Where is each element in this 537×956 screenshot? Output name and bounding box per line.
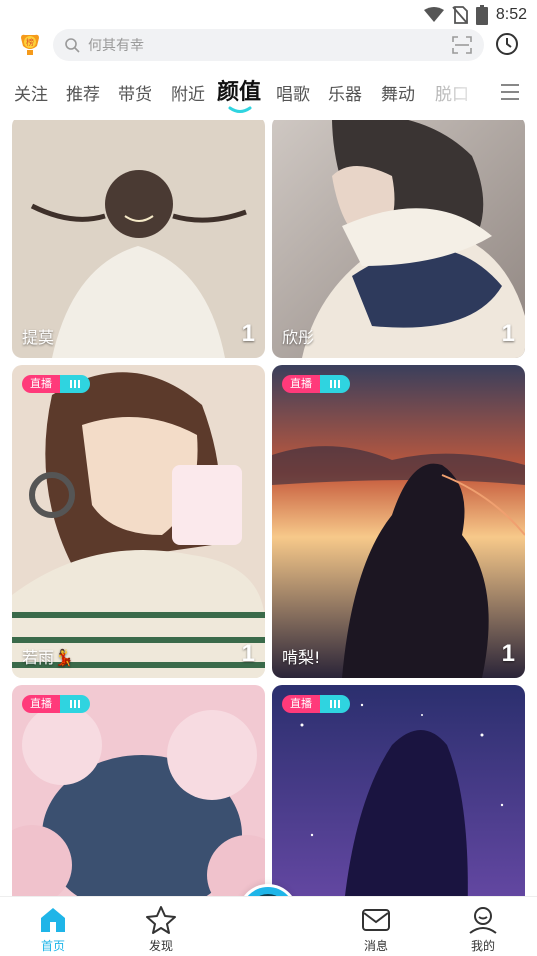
nav-profile-label: 我的 — [470, 939, 495, 953]
live-room-card[interactable]: 直播 — [12, 685, 265, 896]
status-time: 8:52 — [495, 6, 527, 23]
live-label: 直播 — [282, 375, 320, 393]
anchor-name: 若雨💃 — [22, 648, 74, 667]
menu-icon[interactable] — [499, 82, 521, 102]
search-row: 榜 何其有幸 — [0, 28, 537, 64]
viewer-count: 1 — [501, 320, 515, 347]
tab-nearby[interactable]: 附近 — [171, 80, 205, 105]
cover-image — [272, 685, 525, 896]
nav-messages[interactable]: 消息 — [346, 905, 406, 954]
tab-looks[interactable]: 颜值 — [217, 74, 261, 106]
cover-image — [12, 685, 265, 896]
active-tab-indicator — [228, 106, 252, 113]
viewer-count: 1 — [501, 640, 515, 667]
viewer-count: 1 — [241, 320, 255, 347]
anchor-name: 提莫 — [22, 328, 55, 347]
cover-image — [272, 365, 525, 678]
wifi-icon — [423, 7, 444, 22]
nav-home[interactable]: 首页 — [23, 905, 83, 954]
live-room-card[interactable]: 直播 — [272, 685, 525, 896]
search-placeholder: 何其有幸 — [88, 38, 144, 54]
nav-home-label: 首页 — [40, 939, 65, 953]
ranking-trophy-icon[interactable]: 榜 — [17, 32, 43, 58]
viewer-count: 1 — [241, 640, 255, 667]
tab-follow[interactable]: 关注 — [14, 80, 48, 105]
live-room-card[interactable]: 直播 若雨💃 1 — [12, 365, 265, 678]
live-room-card[interactable]: 直播 啃梨! 1 — [272, 365, 525, 678]
tab-instrument[interactable]: 乐器 — [328, 80, 362, 105]
tab-fade — [430, 70, 492, 118]
status-bar: 8:52 — [0, 0, 537, 30]
live-bars-icon — [320, 695, 350, 713]
category-tabs: 关注 推荐 带货 附近 颜值 唱歌 乐器 舞动 脱口 — [0, 70, 537, 118]
status-icons: 8:52 — [423, 4, 527, 26]
live-label: 直播 — [22, 375, 60, 393]
cover-image — [12, 120, 265, 358]
tab-dance[interactable]: 舞动 — [381, 80, 415, 105]
search-input[interactable]: 何其有幸 — [53, 29, 484, 61]
profile-icon — [469, 907, 497, 934]
live-bars-icon — [60, 695, 90, 713]
bottom-nav: 首页 发现 消息 我的 — [0, 896, 537, 956]
live-room-grid: 提莫 1 欣彤 1 直播 若雨💃 1 直播 啃梨! 1 直播 直播 — [0, 120, 537, 896]
home-icon — [41, 908, 65, 932]
tab-shopping[interactable]: 带货 — [118, 80, 152, 105]
live-room-card[interactable]: 欣彤 1 — [272, 120, 525, 358]
scan-icon[interactable] — [452, 36, 472, 54]
live-room-card[interactable]: 提莫 1 — [12, 120, 265, 358]
tab-singing[interactable]: 唱歌 — [276, 80, 310, 105]
nav-profile[interactable]: 我的 — [453, 905, 513, 954]
nav-discover[interactable]: 发现 — [131, 905, 191, 954]
clock-icon[interactable] — [495, 32, 519, 56]
battery-icon — [475, 5, 488, 25]
live-label: 直播 — [282, 695, 320, 713]
live-badge: 直播 — [282, 375, 350, 393]
anchor-name: 欣彤 — [282, 328, 315, 347]
search-icon — [65, 38, 80, 53]
live-label: 直播 — [22, 695, 60, 713]
cover-image — [12, 365, 265, 678]
no-sim-icon — [452, 6, 468, 24]
live-badge: 直播 — [22, 695, 90, 713]
live-bars-icon — [60, 375, 90, 393]
mail-icon — [362, 909, 390, 931]
star-icon — [146, 906, 176, 934]
live-bars-icon — [320, 375, 350, 393]
live-badge: 直播 — [22, 375, 90, 393]
live-badge: 直播 — [282, 695, 350, 713]
nav-messages-label: 消息 — [363, 939, 388, 953]
nav-discover-label: 发现 — [148, 939, 173, 953]
svg-text:榜: 榜 — [26, 37, 34, 47]
cover-image — [272, 120, 525, 358]
anchor-name: 啃梨! — [282, 648, 321, 667]
tab-recommend[interactable]: 推荐 — [66, 80, 100, 105]
